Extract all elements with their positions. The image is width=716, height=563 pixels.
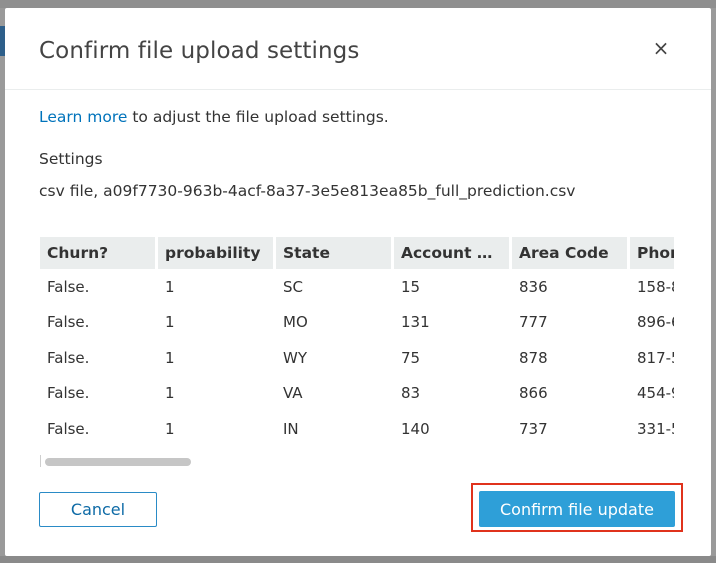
- table-cell: 896-6: [637, 313, 674, 332]
- table-cell: IN: [283, 419, 299, 438]
- table-cell: MO: [283, 313, 308, 332]
- table-cell: 1: [165, 313, 175, 332]
- file-info: csv file, a09f7730-963b-4acf-8a37-3e5e81…: [39, 182, 576, 200]
- table-cell: 777: [519, 313, 548, 332]
- preview-table-container[interactable]: Churn? probability State Account Le... A…: [40, 237, 674, 449]
- preview-table: Churn? probability State Account Le... A…: [40, 237, 674, 447]
- header-divider: [5, 89, 711, 90]
- table-cell: False.: [47, 277, 90, 296]
- table-cell: 83: [401, 384, 421, 403]
- table-cell: 878: [519, 348, 548, 367]
- learn-more-link[interactable]: Learn more: [39, 108, 127, 126]
- table-cell: 1: [165, 419, 175, 438]
- table-header-row: Churn? probability State Account Le... A…: [40, 237, 674, 269]
- table-cell: VA: [283, 384, 303, 403]
- table-cell: 75: [401, 348, 421, 367]
- table-cell: 836: [519, 277, 548, 296]
- intro-rest: to adjust the file upload settings.: [127, 108, 389, 126]
- table-cell: False.: [47, 419, 90, 438]
- confirm-file-update-button[interactable]: Confirm file update: [479, 491, 675, 527]
- column-header[interactable]: Account Le...: [394, 237, 512, 269]
- backdrop-top: [0, 0, 716, 8]
- table-row: False. 1 WY 75 878 817-5: [40, 340, 674, 376]
- table-cell: 15: [401, 277, 421, 296]
- column-header[interactable]: Churn?: [40, 237, 158, 269]
- table-cell: 454-9: [637, 384, 674, 403]
- dialog-title: Confirm file upload settings: [39, 38, 360, 64]
- table-row: False. 1 VA 83 866 454-9: [40, 376, 674, 412]
- table-cell: 1: [165, 348, 175, 367]
- intro-text: Learn more to adjust the file upload set…: [39, 108, 389, 126]
- scrollbar-edge: [40, 455, 41, 467]
- table-cell: 737: [519, 419, 548, 438]
- table-cell: 131: [401, 313, 430, 332]
- table-cell: 331-5: [637, 419, 674, 438]
- backdrop-bottom: [0, 556, 716, 563]
- table-cell: 140: [401, 419, 430, 438]
- table-cell: False.: [47, 348, 90, 367]
- table-row: False. 1 IN 140 737 331-5: [40, 411, 674, 447]
- table-cell: SC: [283, 277, 303, 296]
- upload-settings-dialog: Confirm file upload settings × Learn mor…: [5, 8, 711, 556]
- scrollbar-thumb[interactable]: [45, 458, 191, 466]
- column-header[interactable]: probability: [158, 237, 276, 269]
- column-header[interactable]: State: [276, 237, 394, 269]
- table-cell: 1: [165, 277, 175, 296]
- horizontal-scrollbar[interactable]: [40, 455, 674, 467]
- table-cell: 158-8: [637, 277, 674, 296]
- cancel-button[interactable]: Cancel: [39, 492, 157, 527]
- table-cell: False.: [47, 384, 90, 403]
- table-cell: 866: [519, 384, 548, 403]
- settings-label: Settings: [39, 150, 103, 168]
- table-row: False. 1 MO 131 777 896-6: [40, 305, 674, 341]
- close-icon[interactable]: ×: [649, 35, 673, 61]
- table-cell: 817-5: [637, 348, 674, 367]
- table-cell: 1: [165, 384, 175, 403]
- column-header[interactable]: Area Code: [512, 237, 630, 269]
- table-cell: False.: [47, 313, 90, 332]
- table-row: False. 1 SC 15 836 158-8: [40, 269, 674, 305]
- column-header[interactable]: Phone: [630, 237, 674, 269]
- table-cell: WY: [283, 348, 307, 367]
